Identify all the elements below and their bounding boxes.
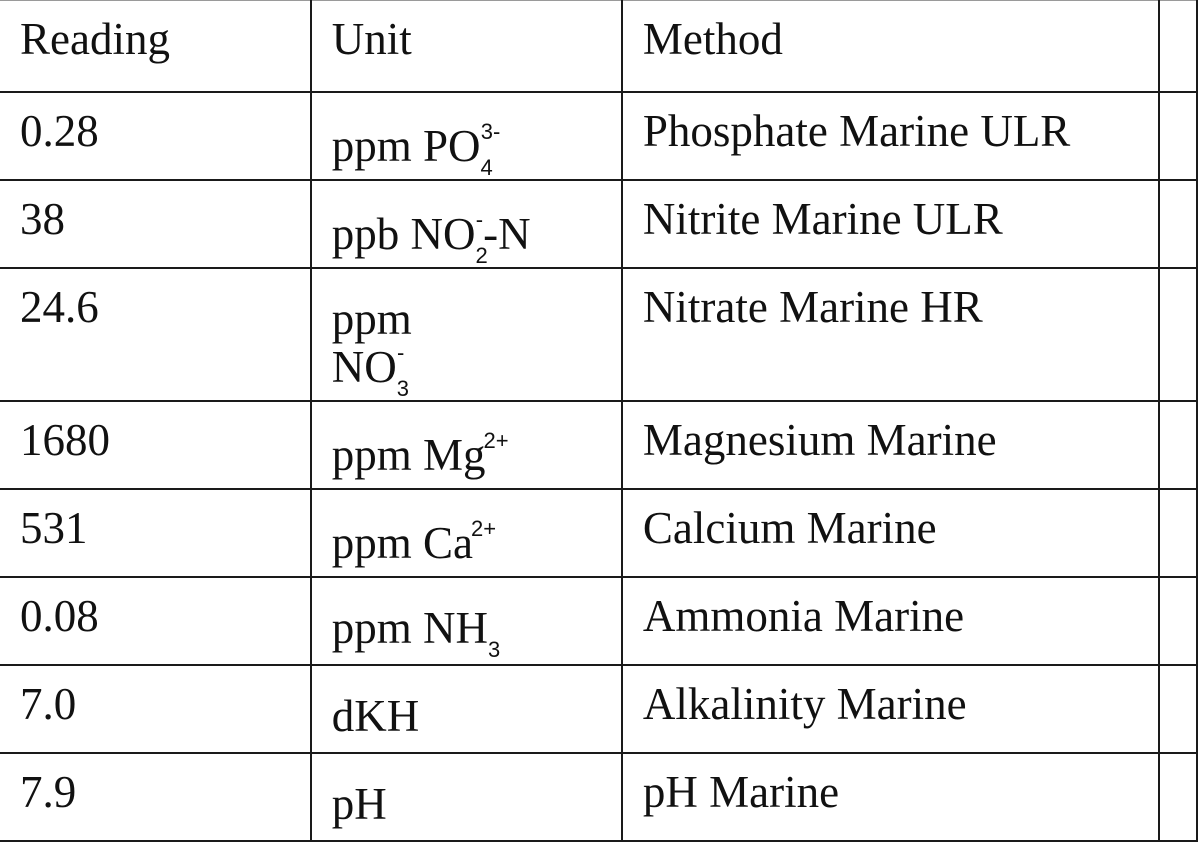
unit-superscript: 2+ — [483, 428, 509, 453]
cell-unit: dKH — [309, 664, 623, 754]
table-row: 7.0 dKH Alkalinity Marine — [0, 664, 1198, 754]
header-unit: Unit — [309, 0, 623, 93]
cell-extra — [1158, 179, 1198, 269]
reading-value: 7.0 — [20, 679, 77, 729]
cell-unit: ppm PO4 3- — [309, 91, 623, 181]
unit-prefix: pH — [331, 779, 387, 829]
method-value: pH Marine — [642, 767, 840, 817]
cell-unit: ppm Ca2+ — [309, 488, 623, 578]
cell-extra — [1158, 91, 1198, 181]
header-method: Method — [620, 0, 1161, 93]
reading-value: 531 — [20, 503, 88, 553]
method-value: Calcium Marine — [642, 503, 937, 553]
unit-subscript: 3 — [396, 376, 410, 401]
cell-unit: ppm NO3- — [309, 267, 623, 402]
method-value: Nitrate Marine HR — [642, 282, 983, 332]
unit-value: ppm PO4 3- — [332, 93, 501, 179]
method-value: Alkalinity Marine — [642, 679, 967, 729]
unit-value: ppb NO2--N — [332, 181, 531, 267]
unit-prefix: dKH — [331, 691, 420, 741]
unit-value: dKH — [332, 666, 420, 739]
cell-method: pH Marine — [620, 752, 1161, 842]
cell-reading: 7.0 — [0, 664, 312, 754]
cell-extra — [1158, 267, 1198, 402]
table-row: 1680 ppm Mg2+ Magnesium Marine — [0, 400, 1198, 490]
header-extra — [1158, 0, 1198, 93]
cell-reading: 0.28 — [0, 91, 312, 181]
unit-superscript: 3- — [480, 119, 501, 144]
cell-method: Alkalinity Marine — [620, 664, 1161, 754]
unit-value: ppm Ca2+ — [332, 490, 496, 566]
cell-reading: 531 — [0, 488, 312, 578]
method-value: Phosphate Marine ULR — [642, 106, 1071, 156]
unit-prefix: ppb NO — [331, 209, 476, 259]
unit-subscript: 3 — [488, 637, 501, 662]
water-test-table: Reading Unit Method 0.28 ppm PO43- Phosp… — [0, 0, 1198, 842]
cell-reading: 0.08 — [0, 576, 312, 666]
cell-reading: 1680 — [0, 400, 312, 490]
reading-value: 0.28 — [20, 106, 99, 156]
cell-extra — [1158, 576, 1198, 666]
unit-prefix: ppm NH — [331, 603, 489, 653]
cell-method: Magnesium Marine — [620, 400, 1161, 490]
cell-method: Calcium Marine — [620, 488, 1161, 578]
cell-method: Nitrate Marine HR — [620, 267, 1161, 402]
reading-value: 1680 — [20, 415, 110, 465]
cell-method: Ammonia Marine — [620, 576, 1161, 666]
table-row: 38 ppb NO2--N Nitrite Marine ULR — [0, 179, 1198, 269]
reading-value: 38 — [20, 194, 65, 244]
reading-value: 7.9 — [20, 767, 77, 817]
cell-reading: 24.6 — [0, 267, 312, 402]
unit-value: pH — [332, 754, 387, 827]
cell-method: Nitrite Marine ULR — [620, 179, 1161, 269]
cell-unit: pH — [309, 752, 623, 842]
method-value: Magnesium Marine — [642, 415, 997, 465]
reading-value: 0.08 — [20, 591, 99, 641]
method-value: Ammonia Marine — [642, 591, 965, 641]
cell-reading: 38 — [0, 179, 312, 269]
cell-extra — [1158, 400, 1198, 490]
header-reading: Reading — [0, 0, 312, 93]
unit-prefix: ppm PO — [331, 121, 481, 171]
cell-unit: ppm Mg2+ — [309, 400, 623, 490]
table-row: 0.28 ppm PO4 3- Phosphate Marine ULR — [0, 91, 1198, 181]
cell-unit: ppm NH3 — [309, 576, 623, 666]
cell-unit: ppb NO2--N — [309, 179, 623, 269]
unit-subscript: 4 — [480, 155, 493, 180]
unit-superscript: - — [397, 340, 405, 365]
table-row: 0.08 ppm NH3 Ammonia Marine — [0, 576, 1198, 666]
cell-extra — [1158, 488, 1198, 578]
unit-suffix: -N — [483, 209, 531, 259]
unit-value: ppm NH3 — [332, 578, 501, 661]
unit-superscript: - — [475, 207, 484, 232]
unit-superscript: 2+ — [471, 516, 497, 541]
table-header-row: Reading Unit Method — [0, 0, 1198, 93]
table-row: 531 ppm Ca2+ Calcium Marine — [0, 488, 1198, 578]
cell-reading: 7.9 — [0, 752, 312, 842]
cell-extra — [1158, 664, 1198, 754]
method-value: Nitrite Marine ULR — [642, 194, 1003, 244]
table-row: 7.9 pH pH Marine — [0, 752, 1198, 842]
cell-extra — [1158, 752, 1198, 842]
unit-prefix: ppm Mg — [331, 430, 486, 480]
cell-method: Phosphate Marine ULR — [620, 91, 1161, 181]
table-row: 24.6 ppm NO3- Nitrate Marine HR — [0, 267, 1198, 402]
unit-prefix: ppm Ca — [331, 518, 474, 568]
unit-value: ppm NO3- — [332, 269, 496, 400]
reading-value: 24.6 — [20, 282, 99, 332]
unit-value: ppm Mg2+ — [332, 402, 509, 478]
